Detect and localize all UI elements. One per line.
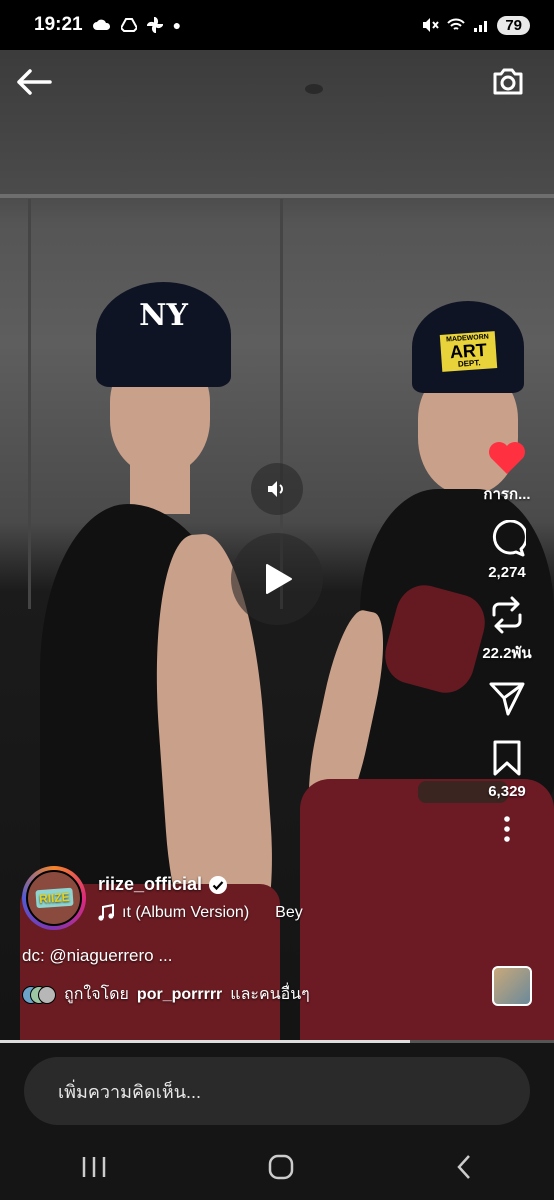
status-right: 79	[421, 15, 530, 35]
volume-button[interactable]	[251, 463, 303, 515]
profile-avatar[interactable]: RIIZE	[22, 866, 86, 930]
bottom-panel: เพิ่มความคิดเห็น...	[0, 1043, 554, 1200]
heart-icon	[489, 442, 525, 474]
home-circle-icon	[268, 1154, 294, 1179]
right-cap-patch: MADEWORN ART DEPT.	[439, 330, 497, 372]
status-bar: 19:21 ● 79	[0, 0, 554, 50]
dot-icon: ●	[172, 17, 182, 33]
status-time: 19:21	[34, 14, 83, 35]
wifi-icon	[447, 18, 466, 30]
mute-icon	[423, 18, 440, 32]
more-vertical-icon	[504, 816, 510, 842]
recents-button[interactable]	[81, 1155, 107, 1184]
recents-icon	[82, 1156, 105, 1177]
play-button[interactable]	[231, 533, 323, 625]
username[interactable]: riize_official	[98, 874, 202, 895]
send-icon	[489, 682, 525, 716]
comment-icon	[492, 520, 526, 557]
cloud-icon	[92, 19, 110, 30]
music-artist: Bey	[275, 904, 303, 921]
audio-thumbnail[interactable]	[492, 966, 532, 1006]
more-options-button[interactable]	[503, 816, 511, 842]
like-button[interactable]: การก...	[483, 440, 531, 506]
camera-button[interactable]	[488, 62, 528, 102]
signal-icon	[474, 21, 488, 32]
battery-indicator: 79	[497, 15, 530, 35]
saves-count: 6,329	[488, 783, 526, 800]
avatar-logo: RIIZE	[35, 887, 73, 909]
music-title: ıt (Album Version)	[122, 904, 250, 921]
music-note-icon	[98, 904, 114, 921]
liked-suffix: และคนอื่นๆ	[230, 986, 310, 1003]
avatar: RIIZE	[26, 870, 82, 926]
system-nav-bar	[0, 1141, 554, 1197]
chevron-left-icon	[457, 1154, 471, 1179]
back-button[interactable]	[14, 62, 54, 102]
username-row[interactable]: riize_official	[98, 874, 228, 895]
status-left: 19:21 ●	[34, 14, 181, 36]
like-label: การก...	[483, 486, 531, 503]
back-nav-button[interactable]	[455, 1154, 473, 1185]
pinwheel-icon	[146, 17, 163, 33]
liked-user[interactable]: por_porrrrr	[137, 986, 222, 1004]
drive-icon	[120, 18, 137, 32]
repost-button[interactable]: 22.2พัน	[482, 595, 532, 665]
repost-icon	[492, 596, 522, 634]
volume-icon	[268, 481, 283, 497]
liker-avatar	[38, 985, 56, 1004]
home-button[interactable]	[268, 1154, 294, 1185]
ceiling-edge	[0, 194, 554, 198]
music-row[interactable]: ıt (Album Version) Bey	[98, 904, 303, 922]
comments-count: 2,274	[488, 564, 526, 581]
left-cap-logo: NY	[139, 298, 188, 333]
share-button[interactable]	[488, 679, 526, 717]
top-bar	[0, 58, 554, 108]
reposts-count: 22.2พัน	[482, 645, 532, 662]
post-description[interactable]: dc: @niaguerrero ...	[22, 946, 173, 966]
comment-button[interactable]: 2,274	[488, 520, 526, 581]
action-rail: การก... 2,274 22.2พัน 6,329	[472, 440, 542, 856]
arrow-left-icon	[17, 69, 52, 95]
bookmark-icon	[493, 740, 521, 776]
save-button[interactable]: 6,329	[488, 739, 526, 800]
play-icon	[266, 564, 292, 594]
liked-avatars	[22, 985, 56, 1004]
liked-prefix: ถูกใจโดย	[64, 986, 129, 1003]
camera-icon	[493, 68, 523, 95]
verified-badge-icon	[209, 875, 228, 894]
comment-placeholder: เพิ่มความคิดเห็น...	[58, 1081, 202, 1102]
liked-by-row[interactable]: ถูกใจโดย por_porrrrr และคนอื่นๆ	[22, 982, 310, 1007]
comment-input[interactable]: เพิ่มความคิดเห็น...	[24, 1057, 530, 1125]
